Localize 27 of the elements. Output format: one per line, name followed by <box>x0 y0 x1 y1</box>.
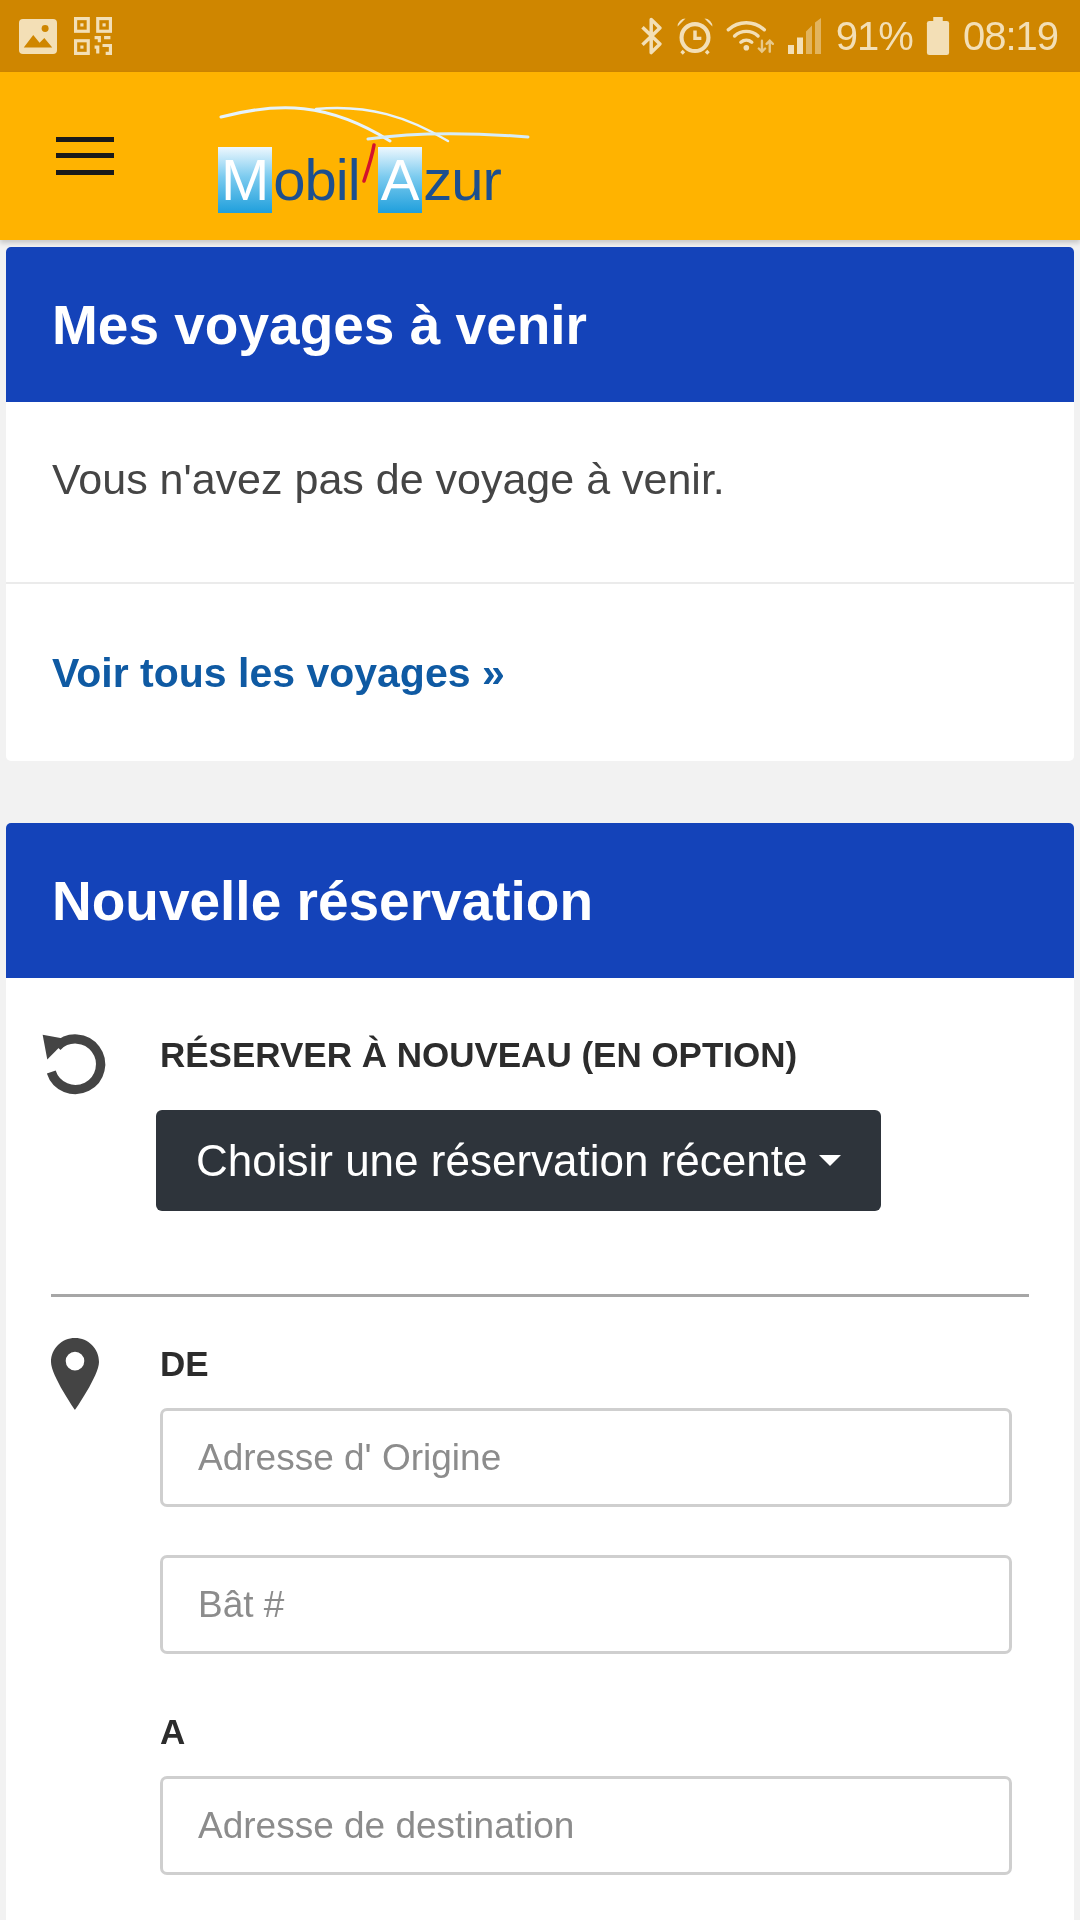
field-label: RÉSERVER À NOUVEAU (EN OPTION) <box>160 1034 799 1076</box>
bluetooth-icon <box>639 17 664 55</box>
menu-icon <box>56 137 114 175</box>
battery-percent: 91% <box>835 16 913 56</box>
address-input[interactable]: Adresse de destination <box>160 1776 1012 1875</box>
field-label: A <box>160 1711 187 1753</box>
view-all-link[interactable]: Voir tous les voyages » <box>52 650 505 696</box>
image-icon <box>19 18 57 54</box>
map-pin-icon <box>50 1338 99 1410</box>
card-title: Nouvelle réservation <box>52 868 594 934</box>
field-label: DE <box>160 1343 210 1385</box>
clock-time: 08:19 <box>962 16 1058 56</box>
empty-message: Vous n'avez pas de voyage à venir. <box>52 454 726 505</box>
logo-letter-tile: A <box>377 147 423 213</box>
battery-icon <box>924 17 951 55</box>
caret-icon <box>819 1155 842 1166</box>
address-input[interactable]: Bât # <box>160 1555 1012 1654</box>
logo-text: zur <box>422 147 501 213</box>
address-input[interactable]: Adresse d' Origine <box>160 1408 1012 1507</box>
logo-letter-tile: M <box>218 147 273 213</box>
recent-booking-dropdown[interactable]: Choisir une réservation récente <box>156 1110 882 1211</box>
logo-mark-icon <box>361 143 376 183</box>
qr-code-icon <box>74 17 112 55</box>
card-title: Mes voyages à venir <box>52 292 587 358</box>
logo-text: obil <box>272 147 360 213</box>
signal-icon <box>787 18 824 54</box>
alarm-icon <box>675 17 714 55</box>
